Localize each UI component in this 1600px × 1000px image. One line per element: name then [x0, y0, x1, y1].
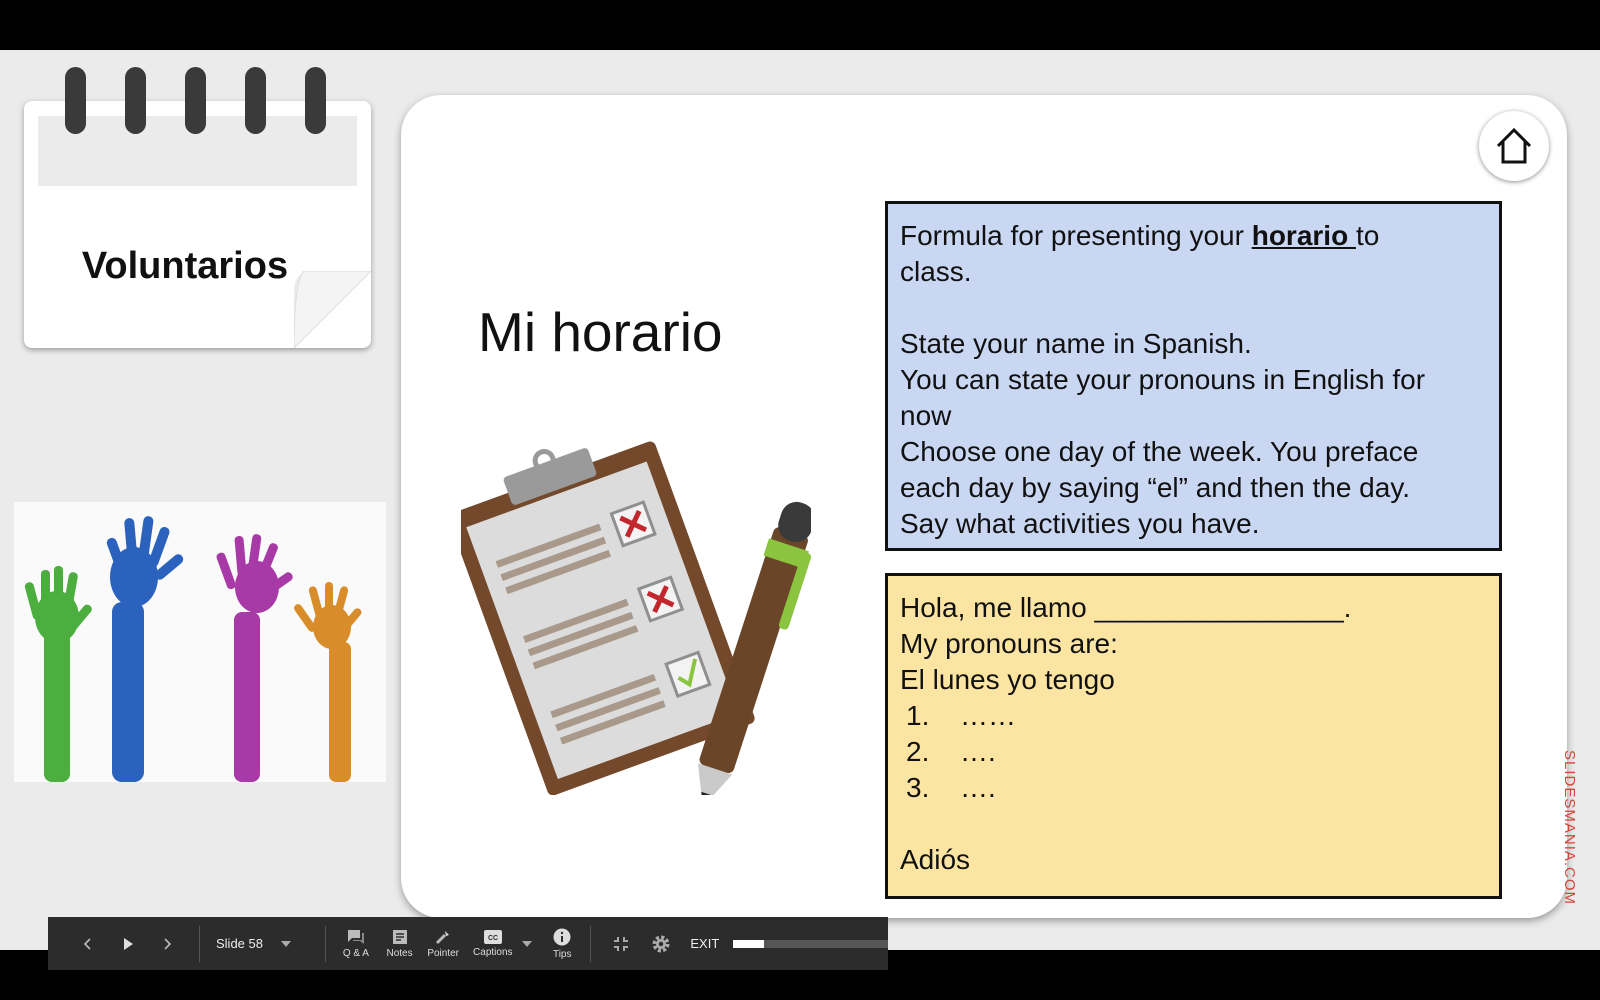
notepad-ring: [305, 67, 326, 134]
formula-line: State your name in Spanish.: [900, 328, 1252, 359]
presentation-stage: Voluntarios Mi horario Formula for prese…: [0, 50, 1600, 950]
previous-slide-button[interactable]: [68, 937, 108, 951]
play-button[interactable]: [108, 937, 148, 951]
slide-progress-bar: [733, 939, 889, 948]
notes-icon: [392, 929, 407, 944]
exit-fullscreen-icon: [613, 936, 628, 951]
presenter-toolbar: Slide 58 Q & A Notes Pointer CC Captions…: [48, 917, 889, 970]
horario-emphasis: horario: [1251, 220, 1356, 251]
formula-line: each day by saying “el” and then the day…: [900, 472, 1411, 503]
home-button[interactable]: [1479, 111, 1549, 181]
notepad-ring: [65, 67, 86, 134]
slidesmania-watermark: SLIDESMANIA.COM: [1561, 750, 1578, 906]
formula-line: now: [900, 400, 952, 431]
notes-button[interactable]: Notes: [378, 929, 422, 959]
slide-title: Mi horario: [478, 301, 723, 363]
list-item: 1.……: [906, 700, 1016, 731]
info-icon: [553, 928, 571, 945]
slide-card: Mi horario Formula for presenting your h…: [401, 95, 1567, 918]
formula-line: Say what activities you have.: [900, 508, 1260, 539]
pointer-button[interactable]: Pointer: [421, 929, 465, 959]
list-item: 2.….: [906, 736, 996, 767]
captions-icon: CC: [483, 929, 502, 944]
exit-fullscreen-button[interactable]: [601, 936, 641, 952]
toolbar-divider: [199, 925, 200, 962]
template-line: El lunes yo tengo: [900, 664, 1115, 695]
formula-textbox: Formula for presenting your horario to c…: [885, 201, 1502, 551]
clipboard-checklist-illustration: [461, 441, 811, 795]
template-line: My pronouns are:: [900, 628, 1118, 659]
page-curl-icon: [294, 271, 371, 348]
chevron-left-icon: [83, 937, 91, 950]
home-icon: [1496, 127, 1532, 164]
gear-icon: [652, 935, 670, 952]
raised-hands-image: [14, 502, 386, 782]
toolbar-divider: [590, 925, 592, 962]
formula-line: Formula for presenting your horario to: [900, 220, 1380, 251]
captions-button[interactable]: CC Captions: [465, 929, 521, 958]
list-item: 3.….: [906, 772, 996, 803]
next-slide-button[interactable]: [147, 937, 187, 951]
qa-button[interactable]: Q & A: [334, 929, 378, 959]
notepad-ring: [245, 67, 266, 134]
template-line: Hola, me llamo ________________.: [900, 592, 1352, 623]
play-icon: [123, 937, 133, 950]
template-closing: Adiós: [900, 844, 971, 875]
template-textbox: Hola, me llamo ________________. My pron…: [885, 573, 1502, 899]
progress-fill: [733, 939, 765, 948]
caret-down-icon: [280, 940, 291, 947]
caret-down-icon: [522, 940, 533, 947]
toolbar-divider: [325, 925, 327, 962]
svg-text:CC: CC: [488, 935, 498, 942]
formula-line: Choose one day of the week. You preface: [900, 436, 1419, 467]
formula-line: You can state your pronouns in English f…: [900, 364, 1426, 395]
formula-line: class.: [900, 256, 972, 287]
slide-selector[interactable]: Slide 58: [216, 936, 325, 951]
chat-icon: [347, 929, 364, 944]
chevron-right-icon: [164, 937, 172, 950]
laser-pointer-icon: [436, 930, 450, 944]
captions-menu-button[interactable]: [521, 940, 535, 947]
slide-number-label: Slide 58: [216, 936, 263, 951]
exit-button[interactable]: EXIT: [690, 936, 719, 951]
notepad-ring: [185, 67, 206, 134]
settings-button[interactable]: [641, 934, 681, 954]
tips-button[interactable]: Tips: [540, 928, 584, 960]
notepad-ring: [125, 67, 146, 134]
notepad-graphic: Voluntarios: [24, 67, 371, 348]
